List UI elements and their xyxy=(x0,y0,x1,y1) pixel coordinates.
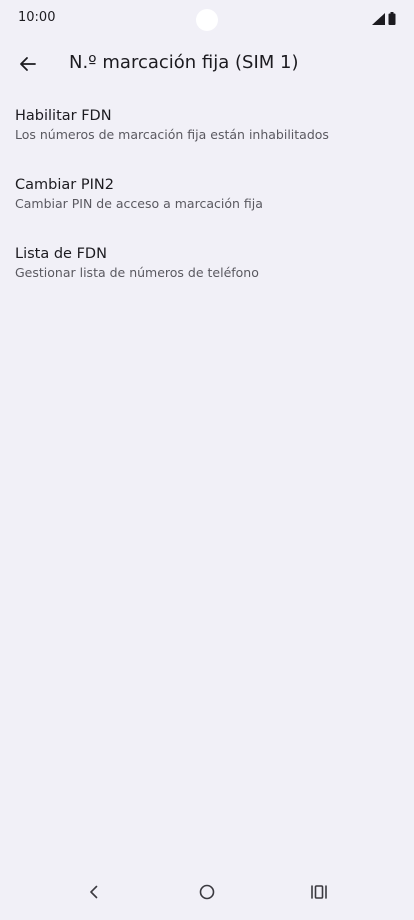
signal-icon xyxy=(372,12,385,25)
nav-back-button[interactable] xyxy=(74,876,114,908)
status-icons xyxy=(372,12,396,25)
battery-icon xyxy=(388,12,396,25)
setting-summary: Cambiar PIN de acceso a marcación fija xyxy=(15,196,263,211)
nav-bar xyxy=(0,864,414,920)
setting-summary: Los números de marcación fija están inha… xyxy=(15,127,329,142)
setting-title: Cambiar PIN2 xyxy=(15,177,114,193)
arrow-left-icon xyxy=(20,57,36,71)
status-bar: 10:00 xyxy=(0,0,414,38)
back-button[interactable] xyxy=(12,48,44,80)
app-bar: N.º marcación fija (SIM 1) xyxy=(0,44,414,84)
settings-list: Habilitar FDN Los números de marcación f… xyxy=(0,100,414,307)
nav-back-icon xyxy=(90,885,98,899)
setting-title: Lista de FDN xyxy=(15,246,107,262)
setting-summary: Gestionar lista de números de teléfono xyxy=(15,265,259,280)
nav-recents-icon xyxy=(311,885,327,899)
camera-cutout xyxy=(196,9,218,31)
nav-recents-button[interactable] xyxy=(299,876,339,908)
status-time: 10:00 xyxy=(18,10,56,25)
setting-enable-fdn[interactable]: Habilitar FDN Los números de marcación f… xyxy=(0,100,414,169)
setting-change-pin2[interactable]: Cambiar PIN2 Cambiar PIN de acceso a mar… xyxy=(0,169,414,238)
nav-home-button[interactable] xyxy=(187,876,227,908)
page-title: N.º marcación fija (SIM 1) xyxy=(69,52,299,73)
setting-title: Habilitar FDN xyxy=(15,108,112,124)
nav-home-icon xyxy=(199,884,215,900)
setting-fdn-list[interactable]: Lista de FDN Gestionar lista de números … xyxy=(0,238,414,307)
